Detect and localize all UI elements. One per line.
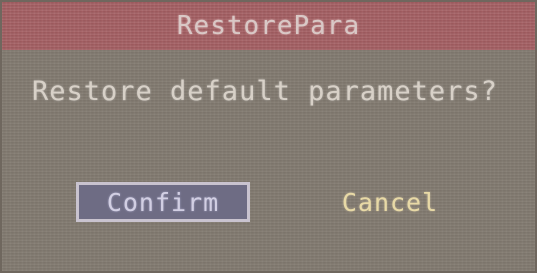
restore-para-dialog: RestorePara Restore default parameters? …: [0, 0, 537, 273]
dialog-title: RestorePara: [176, 11, 361, 41]
confirm-button-label: Confirm: [106, 187, 220, 217]
confirm-button[interactable]: Confirm: [76, 182, 250, 222]
cancel-button-label: Cancel: [341, 187, 439, 217]
cancel-button[interactable]: Cancel: [320, 182, 460, 222]
dialog-message: Restore default parameters?: [32, 76, 498, 107]
dialog-title-bar: RestorePara: [2, 2, 535, 50]
